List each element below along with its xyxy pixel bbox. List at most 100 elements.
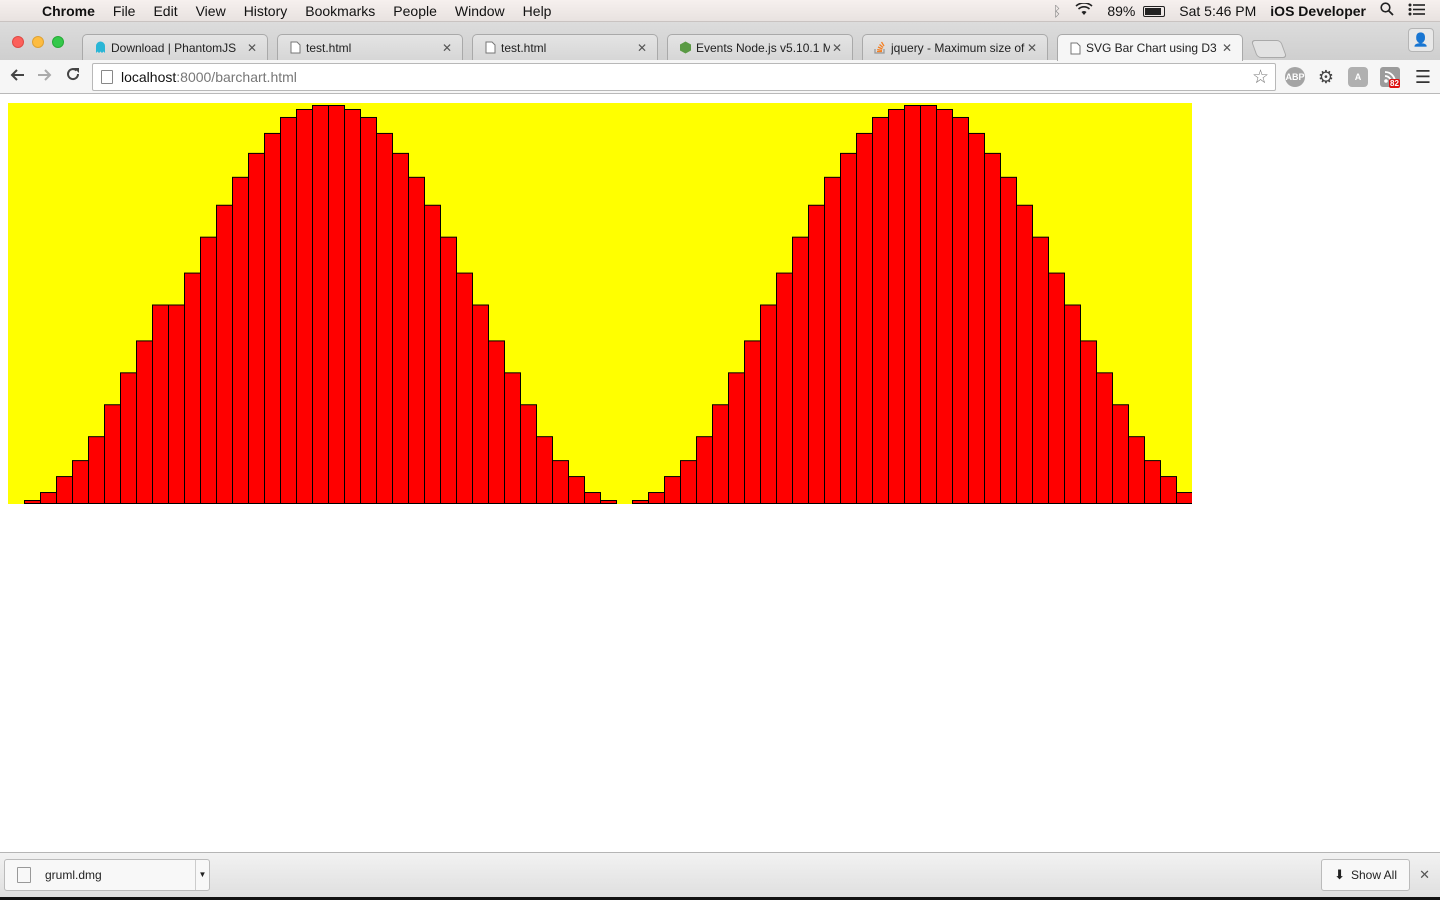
bar — [680, 460, 697, 504]
download-options-caret-icon[interactable]: ▼ — [195, 860, 209, 890]
page-info-icon[interactable] — [101, 70, 113, 84]
bar — [568, 476, 585, 504]
stackoverflow-icon — [873, 41, 887, 55]
phantomjs-icon — [93, 41, 107, 55]
page-icon — [483, 41, 497, 55]
browser-tab-strip: Download | PhantomJS ✕ test.html ✕ test.… — [0, 22, 1440, 61]
bar — [1176, 492, 1192, 504]
bar — [312, 105, 329, 504]
reload-icon[interactable] — [62, 66, 84, 88]
bar — [376, 132, 393, 504]
rss-extension-icon[interactable]: 82 — [1380, 67, 1400, 88]
bar — [760, 304, 777, 504]
url-path: :8000/barchart.html — [176, 69, 297, 85]
menu-help[interactable]: Help — [514, 0, 561, 22]
tab-svg-bar-chart[interactable]: SVG Bar Chart using D3 ✕ — [1057, 34, 1243, 61]
gear-icon[interactable]: ⚙ — [1316, 67, 1336, 87]
bar — [600, 500, 617, 504]
menu-bookmarks[interactable]: Bookmarks — [296, 0, 384, 22]
close-download-shelf-icon[interactable]: ✕ — [1419, 867, 1430, 883]
page-icon — [288, 41, 302, 55]
bar — [408, 176, 425, 504]
close-tab-icon[interactable]: ✕ — [635, 41, 649, 55]
back-arrow-icon[interactable] — [6, 66, 28, 88]
bar — [792, 236, 809, 504]
close-tab-icon[interactable]: ✕ — [440, 41, 454, 55]
bar — [280, 116, 297, 504]
bar — [200, 236, 217, 504]
chrome-menu-icon[interactable]: ☰ — [1413, 67, 1433, 87]
menu-window[interactable]: Window — [446, 0, 514, 22]
bar — [360, 116, 377, 504]
bar — [1128, 436, 1145, 504]
bluetooth-icon[interactable]: ᛒ — [1053, 3, 1061, 19]
user-name[interactable]: iOS Developer — [1270, 3, 1366, 19]
bar-chart — [8, 103, 1192, 504]
rss-badge-count: 82 — [1389, 79, 1400, 88]
tab-title: Events Node.js v5.10.1 Ma — [696, 40, 830, 55]
menu-app-name[interactable]: Chrome — [36, 0, 104, 22]
bar — [104, 404, 121, 504]
battery-status[interactable]: 89% — [1107, 2, 1166, 19]
tab-nodejs-events[interactable]: Events Node.js v5.10.1 Ma ✕ — [667, 34, 853, 60]
bar — [40, 492, 57, 504]
clock[interactable]: Sat 5:46 PM — [1179, 3, 1256, 19]
angular-extension-icon[interactable]: A — [1348, 67, 1368, 87]
bar — [248, 152, 265, 504]
tab-jquery-stackoverflow[interactable]: jquery - Maximum size of a ✕ — [862, 34, 1048, 60]
bar — [216, 204, 233, 504]
bar — [808, 204, 825, 504]
bar — [1016, 204, 1033, 504]
tab-title: Download | PhantomJS — [111, 40, 237, 55]
window-close-button[interactable] — [12, 36, 24, 48]
menu-history[interactable]: History — [235, 0, 297, 22]
spotlight-search-icon[interactable] — [1380, 2, 1394, 19]
close-tab-icon[interactable]: ✕ — [245, 41, 259, 55]
download-filename: gruml.dmg — [45, 868, 102, 882]
notification-center-icon[interactable] — [1408, 3, 1426, 19]
bar — [872, 116, 889, 504]
profile-icon[interactable]: 👤 — [1408, 28, 1434, 52]
bar — [952, 116, 969, 504]
bar — [776, 272, 793, 504]
download-icon: ⬇ — [1334, 867, 1345, 882]
bar — [632, 500, 649, 504]
download-shelf: gruml.dmg ▼ ⬇ Show All ✕ — [0, 852, 1440, 900]
bookmark-star-icon[interactable]: ☆ — [1252, 66, 1269, 89]
download-item[interactable]: gruml.dmg ▼ — [4, 859, 210, 891]
url-host: localhost — [121, 69, 177, 85]
close-tab-icon[interactable]: ✕ — [1220, 41, 1234, 55]
tab-phantomjs[interactable]: Download | PhantomJS ✕ — [82, 34, 268, 60]
adblock-plus-icon[interactable]: ABP — [1285, 67, 1305, 87]
window-zoom-button[interactable] — [52, 36, 64, 48]
browser-toolbar: localhost:8000/barchart.html ☆ ABP ⚙ A 8… — [0, 60, 1440, 94]
show-all-label: Show All — [1350, 868, 1397, 882]
window-minimize-button[interactable] — [32, 36, 44, 48]
bar — [456, 272, 473, 504]
forward-arrow-icon[interactable] — [34, 66, 56, 88]
battery-percent: 89% — [1107, 2, 1136, 19]
menu-edit[interactable]: Edit — [144, 0, 186, 22]
bar — [488, 340, 505, 504]
wifi-icon[interactable] — [1075, 1, 1093, 19]
menu-people[interactable]: People — [384, 0, 446, 22]
close-tab-icon[interactable]: ✕ — [1025, 41, 1039, 55]
menu-file[interactable]: File — [104, 0, 145, 22]
file-icon — [17, 867, 31, 883]
tab-test-html-2[interactable]: test.html ✕ — [472, 34, 658, 60]
tab-title: jquery - Maximum size of a — [891, 40, 1025, 55]
bar — [904, 105, 921, 504]
show-all-downloads-button[interactable]: ⬇ Show All — [1321, 859, 1410, 891]
bar — [728, 372, 745, 504]
menu-view[interactable]: View — [187, 0, 235, 22]
new-tab-button[interactable] — [1250, 40, 1288, 58]
address-bar[interactable]: localhost:8000/barchart.html ☆ — [92, 63, 1276, 91]
tab-title: test.html — [501, 40, 547, 55]
bar — [744, 340, 761, 504]
bar — [232, 176, 249, 504]
bar — [920, 105, 937, 504]
tab-test-html-1[interactable]: test.html ✕ — [277, 34, 463, 60]
close-tab-icon[interactable]: ✕ — [830, 41, 844, 55]
bar — [184, 272, 201, 504]
tab-title: SVG Bar Chart using D3 — [1086, 41, 1217, 55]
